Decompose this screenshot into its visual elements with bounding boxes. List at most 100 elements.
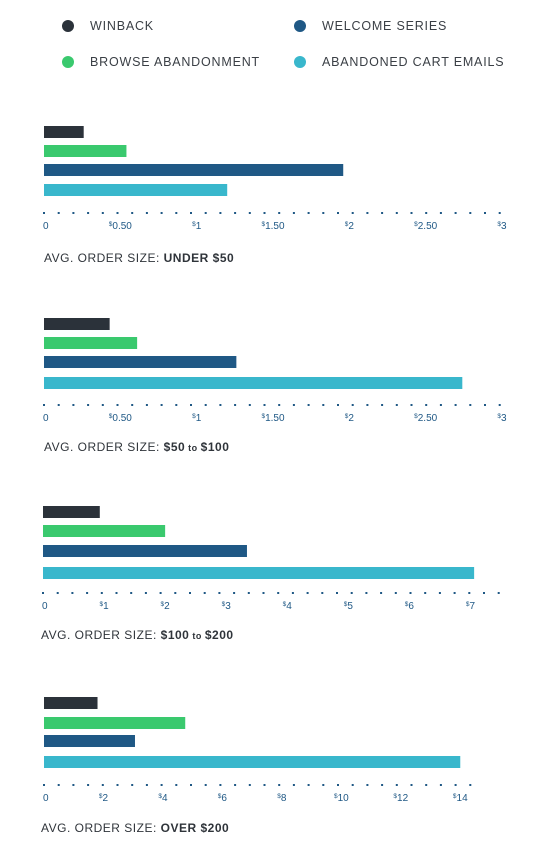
axis-dot (395, 784, 398, 786)
legend-label: ABANDONED CART EMAILS (322, 55, 505, 69)
axis-dot (248, 404, 251, 406)
axis-dot (248, 784, 251, 786)
x-axis-dots (43, 784, 472, 786)
axis-dot (233, 592, 236, 594)
axis-dot (497, 592, 500, 594)
x-axis-dots (42, 592, 500, 594)
x-axis-dots (43, 212, 501, 214)
legend-item-welcome-series: WELCOME SERIES (294, 19, 447, 33)
x-tick-label: 0 (43, 221, 49, 232)
chart-4: 0 $2 $4 $6 $8 $10 $12 $14 AVG. ORDER SIZE: OVER … (0, 690, 542, 850)
x-tick-label: $2 (99, 793, 109, 804)
caption-value: to (189, 631, 205, 641)
axis-dot (190, 784, 192, 786)
axis-dot (381, 784, 384, 786)
axis-dot (116, 212, 119, 214)
axis-dot (262, 592, 265, 594)
axis-dot (366, 212, 369, 214)
axis-dot (263, 784, 266, 786)
chart-1: 0 $0.50 $1 $1.50 $2 $2.50 $3 AVG. ORDER SIZE: U… (0, 118, 542, 278)
bar-chart-svg: 0 $0.50 $1 $1.50 $2 $2.50 $3 (43, 318, 507, 424)
x-tick-label: $14 (453, 793, 468, 804)
chart-caption: AVG. ORDER SIZE: OVER $200 (41, 821, 229, 835)
axis-dot (263, 212, 266, 214)
axis-dot (71, 592, 74, 594)
bar-winback (43, 506, 100, 518)
axis-dot (87, 404, 90, 406)
x-tick-label: $2.50 (414, 221, 438, 232)
axis-dot (322, 784, 325, 786)
axis-dot (219, 404, 222, 406)
axis-dot (204, 404, 207, 406)
caption-value: $200 (204, 628, 234, 642)
axis-dot (350, 592, 353, 594)
axis-dot (144, 592, 147, 594)
axis-dot (234, 404, 237, 406)
axis-dot (351, 404, 354, 406)
axis-dot (306, 592, 309, 594)
x-tick-label: $3 (222, 601, 232, 612)
x-tick-label: $2 (345, 221, 355, 232)
x-tick-label: $0.50 (109, 221, 133, 232)
bar-browse-abandonment (43, 525, 166, 537)
axis-dot (101, 404, 104, 406)
bar-welcome-series (44, 356, 237, 368)
axis-dot (292, 784, 295, 786)
x-tick-label: $6 (218, 793, 228, 804)
x-tick-label: 0 (43, 413, 49, 424)
axis-dot (115, 592, 118, 594)
axis-dot (469, 404, 472, 406)
axis-dot (160, 404, 163, 406)
legend-dot-icon (62, 20, 74, 32)
axis-dot (160, 212, 163, 214)
x-tick-label: $10 (334, 793, 349, 804)
axis-dot (337, 784, 339, 786)
axis-dot (322, 212, 325, 214)
axis-dot (409, 592, 412, 594)
axis-dot (174, 592, 177, 594)
legend-label: BROWSE ABANDONMENT (90, 55, 260, 69)
axis-dot (469, 212, 472, 214)
axis-dot (425, 784, 428, 786)
axis-dot (145, 784, 148, 786)
chart-3: 0 $1 $2 $3 $4 $5 $6 $7 AVG. ORDER SIZE: $100 to … (0, 498, 542, 658)
x-tick-label: $2 (345, 413, 355, 424)
axis-dot (307, 784, 310, 786)
chart-caption: AVG. ORDER SIZE: $100 to $200 (41, 628, 234, 642)
axis-dot (175, 784, 178, 786)
axis-dot (307, 404, 310, 406)
axis-dot (498, 404, 501, 406)
x-tick-label: $1 (192, 221, 202, 232)
axis-dot (453, 592, 456, 594)
legend-item-winback: WINBACK (62, 19, 154, 33)
x-tick-label: $8 (277, 793, 287, 804)
x-tick-label: $1 (192, 413, 202, 424)
x-axis-dots (43, 404, 501, 406)
x-tick-label: 0 (43, 793, 49, 804)
axis-dot (307, 212, 310, 214)
x-tick-label: $5 (344, 601, 354, 612)
x-tick-label: $7 (466, 601, 476, 612)
axis-dot (204, 212, 207, 214)
axis-dot (42, 592, 44, 594)
axis-dot (484, 404, 486, 406)
axis-dot (291, 592, 294, 594)
axis-dot (218, 592, 221, 594)
axis-dot (292, 212, 295, 214)
bar-chart-svg: 0 $1 $2 $3 $4 $5 $6 $7 (42, 506, 500, 612)
axis-dot (72, 784, 75, 786)
axis-dot (469, 784, 472, 786)
legend-label: WELCOME SERIES (322, 19, 448, 33)
axis-dot (175, 212, 178, 214)
axis-dot (381, 404, 384, 406)
axis-dot (86, 592, 89, 594)
legend-dot-icon (294, 20, 306, 32)
axis-dot (131, 404, 134, 406)
bar-browse-abandonment (44, 717, 186, 729)
caption-value: $100 (200, 440, 230, 454)
axis-dot (189, 592, 191, 594)
bar-browse-abandonment (44, 337, 138, 349)
axis-dot (498, 212, 501, 214)
axis-dot (190, 404, 192, 406)
axis-dot (160, 784, 163, 786)
